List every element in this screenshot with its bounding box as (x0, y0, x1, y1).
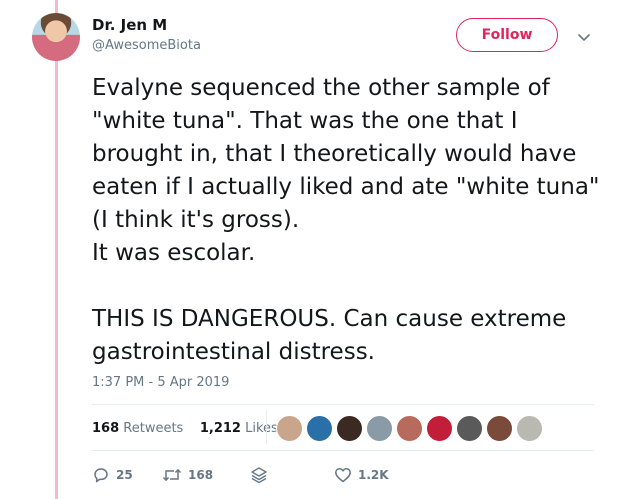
avatar[interactable] (32, 13, 80, 61)
liker-avatar[interactable] (486, 415, 513, 442)
reply-button[interactable]: 25 (92, 466, 133, 484)
heart-icon (335, 467, 351, 483)
direct-message-button[interactable] (250, 466, 268, 484)
like-button[interactable]: 1.2K (334, 466, 389, 484)
liker-avatar[interactable] (456, 415, 483, 442)
like-count: 1.2K (358, 468, 389, 482)
tweet-stats: 168 Retweets 1,212 Likes (92, 421, 278, 436)
tweet-text: Evalyne sequenced the other sample of "w… (92, 75, 600, 365)
divider (92, 450, 594, 451)
retweets-count: 168 (92, 421, 120, 436)
liker-avatar[interactable] (516, 415, 543, 442)
liker-avatar[interactable] (306, 415, 333, 442)
liker-avatar[interactable] (276, 415, 303, 442)
retweets-label: Retweets (123, 421, 184, 436)
layers-icon (251, 467, 267, 484)
retweet-count: 168 (188, 468, 214, 482)
likes-count: 1,212 (199, 421, 241, 436)
liker-avatar[interactable] (336, 415, 363, 442)
follow-button[interactable]: Follow (456, 18, 558, 52)
liker-avatar[interactable] (366, 415, 393, 442)
author-name[interactable]: Dr. Jen M (92, 16, 167, 34)
liker-avatar[interactable] (396, 415, 423, 442)
chevron-down-icon[interactable] (574, 27, 594, 47)
reply-count: 25 (116, 468, 133, 482)
reply-icon (94, 468, 108, 483)
thread-line (55, 0, 58, 499)
retweet-button[interactable]: 168 (162, 466, 213, 484)
liker-avatars (276, 415, 543, 442)
divider (92, 404, 594, 405)
retweets-stat[interactable]: 168 Retweets (92, 421, 183, 436)
timestamp[interactable]: 1:37 PM - 5 Apr 2019 (92, 375, 229, 390)
liker-avatar[interactable] (426, 415, 453, 442)
likes-label: Likes (245, 421, 278, 436)
author-handle[interactable]: @AwesomeBiota (92, 38, 201, 53)
retweet-icon (162, 468, 182, 482)
stats-separator (266, 410, 267, 444)
